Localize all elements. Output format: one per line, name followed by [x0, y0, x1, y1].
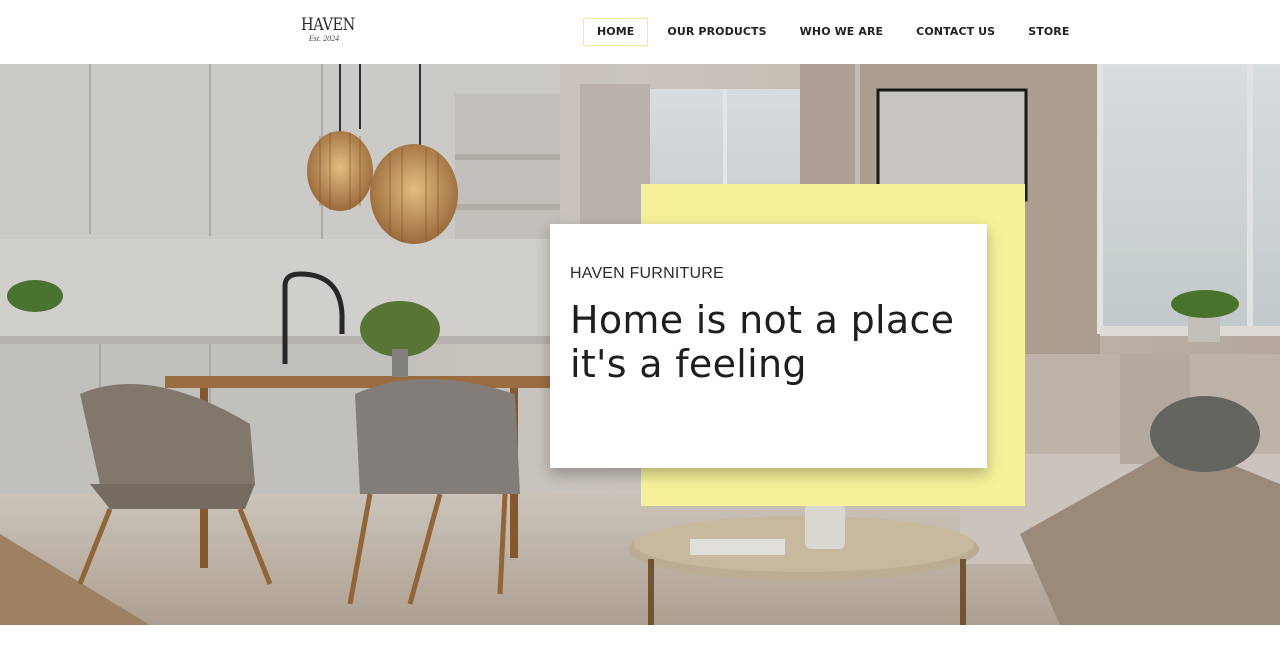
hero-eyebrow: HAVEN FURNITURE [570, 265, 724, 282]
main-navigation: HOME OUR PRODUCTS WHO WE ARE CONTACT US … [583, 18, 1083, 46]
hero-title: Home is not a place it's a feeling [570, 298, 955, 386]
nav-item-contact-us[interactable]: CONTACT US [902, 18, 1009, 46]
logo-established-text: Est. 2024 [308, 34, 340, 43]
site-header: HAVEN Est. 2024 HOME OUR PRODUCTS WHO WE… [0, 0, 1280, 64]
hero-section: HAVEN FURNITURE Home is not a place it's… [0, 64, 1280, 625]
nav-item-our-products[interactable]: OUR PRODUCTS [653, 18, 780, 46]
nav-item-home[interactable]: HOME [583, 18, 649, 46]
hero-card: HAVEN FURNITURE Home is not a place it's… [550, 224, 987, 468]
logo-wordmark: HAVEN [301, 15, 355, 35]
nav-item-who-we-are[interactable]: WHO WE ARE [786, 18, 898, 46]
page-bottom-strip [0, 625, 1280, 645]
nav-item-store[interactable]: STORE [1014, 18, 1083, 46]
site-logo[interactable]: HAVEN Est. 2024 [297, 15, 355, 46]
